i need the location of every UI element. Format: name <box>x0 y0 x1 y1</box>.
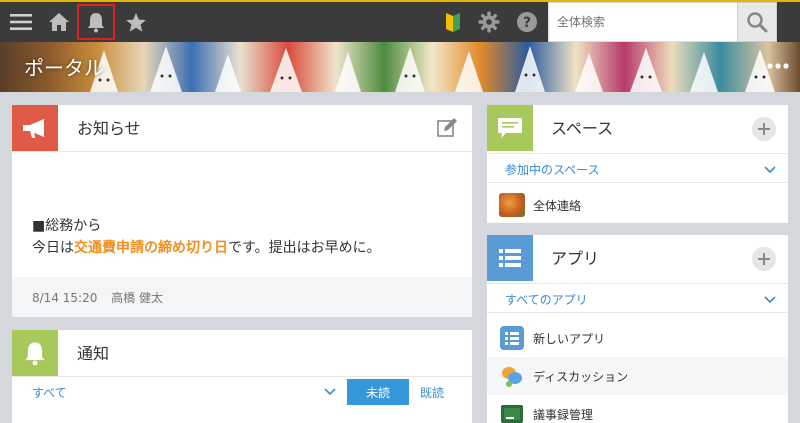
app-card: アプリ すべてのアプリ 新しいアプリ ディスカッション 議事録管理 <box>487 235 788 423</box>
star-icon[interactable] <box>120 2 152 42</box>
notification-filter-row: すべて 未読 既読 <box>12 377 472 407</box>
unread-tab-button[interactable]: 未読 <box>347 379 409 405</box>
more-options-icon[interactable] <box>764 54 792 78</box>
space-filter-select[interactable]: 参加中のスペース <box>487 153 788 183</box>
beginner-mark-icon[interactable] <box>438 2 468 42</box>
notice-date: 8/14 15:20 <box>32 291 98 305</box>
megaphone-icon <box>12 105 58 151</box>
help-icon[interactable]: ? <box>512 2 542 42</box>
chat-bubble-icon <box>487 105 533 151</box>
chevron-down-icon <box>764 296 776 304</box>
space-thumbnail <box>499 193 525 217</box>
notice-author[interactable]: 高橋 健太 <box>111 291 163 305</box>
add-space-button[interactable] <box>752 117 776 141</box>
chevron-down-icon <box>764 166 776 174</box>
app-filter-label: すべてのアプリ <box>505 293 588 307</box>
discussion-icon <box>502 367 522 387</box>
page-title: ポータル <box>24 56 104 80</box>
bell-icon <box>12 330 58 376</box>
app-title: アプリ <box>551 249 600 268</box>
notice-line-2: 今日は交通費申請の締め切り日です。提出はお早めに。 <box>32 237 381 259</box>
banner-image <box>90 46 775 92</box>
search-icon <box>747 12 768 33</box>
app-item[interactable]: 新しいアプリ <box>487 319 788 357</box>
read-tab-button[interactable]: 既読 <box>420 384 444 401</box>
app-item-label: ディスカッション <box>533 370 629 384</box>
app-list: 新しいアプリ ディスカッション 議事録管理 <box>487 319 788 423</box>
edit-icon[interactable] <box>436 117 458 139</box>
svg-text:?: ? <box>523 15 531 31</box>
top-bar: ? <box>0 0 800 42</box>
plus-icon <box>758 253 770 265</box>
notice-footer: 8/14 15:20 高橋 健太 <box>12 277 472 317</box>
notification-card: 通知 すべて 未読 既読 <box>12 330 472 423</box>
app-item-label: 議事録管理 <box>533 408 594 422</box>
app-filter-select[interactable]: すべてのアプリ <box>487 283 788 313</box>
bell-icon[interactable] <box>77 4 115 40</box>
app-list-icon <box>487 235 533 281</box>
app-item[interactable]: ディスカッション <box>487 357 788 395</box>
app-item-label: 新しいアプリ <box>533 332 606 346</box>
gear-icon[interactable] <box>474 2 504 42</box>
notice-body: ■総務から 今日は交通費申請の締め切り日です。提出はお早めに。 <box>32 215 381 259</box>
menu-icon[interactable] <box>6 2 36 42</box>
plus-icon <box>758 123 770 135</box>
search-button[interactable] <box>737 2 777 42</box>
notice-title: お知らせ <box>77 119 141 138</box>
table-app-icon <box>500 326 524 350</box>
space-card: スペース 参加中のスペース 全体連絡 <box>487 105 788 223</box>
add-app-button[interactable] <box>752 247 776 271</box>
portal-banner: ポータル <box>0 42 800 92</box>
space-filter-label: 参加中のスペース <box>505 163 600 177</box>
home-icon[interactable] <box>42 2 76 42</box>
space-item-label: 全体連絡 <box>533 199 582 213</box>
minutes-icon <box>501 405 523 423</box>
notification-title: 通知 <box>77 344 110 363</box>
divider <box>12 151 472 152</box>
notice-card: お知らせ ■総務から 今日は交通費申請の締め切り日です。提出はお早めに。 8/1… <box>12 105 472 317</box>
notification-filter-select[interactable]: すべて <box>32 384 67 401</box>
space-title: スペース <box>551 119 614 138</box>
notice-highlight: 交通費申請の締め切り日 <box>74 240 228 256</box>
notice-text-prefix: 今日は <box>32 240 74 256</box>
space-item[interactable]: 全体連絡 <box>487 187 788 223</box>
search-input[interactable] <box>548 2 738 42</box>
notice-text-suffix: です。提出はお早めに。 <box>228 240 381 256</box>
app-item[interactable]: 議事録管理 <box>487 395 788 423</box>
notice-line-1: ■総務から <box>32 218 102 234</box>
chevron-down-icon[interactable] <box>324 385 336 397</box>
